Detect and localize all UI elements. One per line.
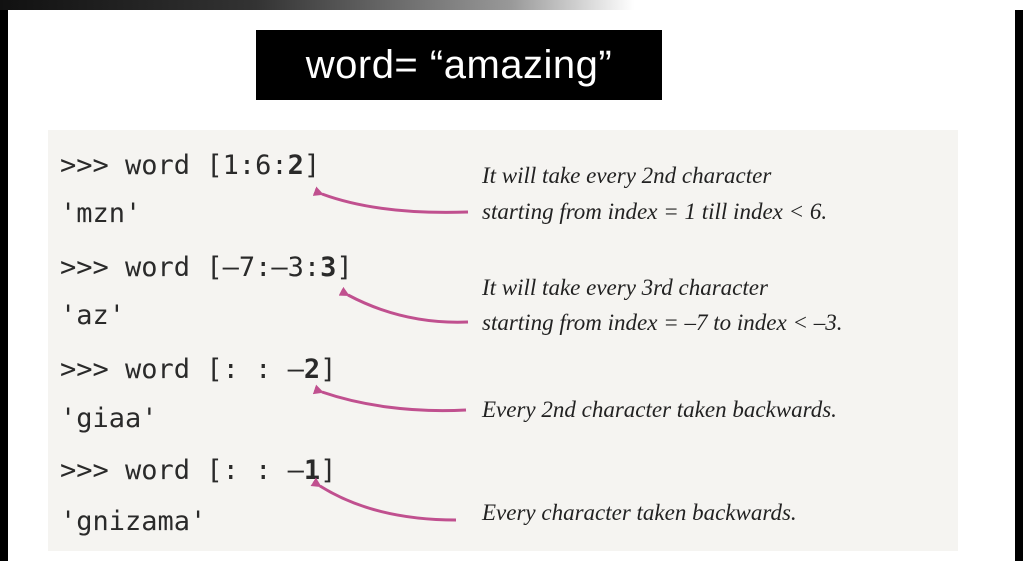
slice-step: 2 (303, 354, 321, 385)
result-line-3: 'giaa' (60, 403, 158, 434)
note-3-line-1: Every 2nd character taken backwards. (482, 397, 837, 422)
result-line-1: 'mzn' (60, 198, 142, 229)
note-4-line-1: Every character taken backwards. (482, 500, 797, 525)
slice-suffix: ] (336, 252, 353, 283)
top-gradient-bar (0, 0, 1023, 10)
textbook-excerpt (48, 130, 958, 551)
slice-suffix: ] (303, 150, 321, 181)
note-1-line-1: It will take every 2nd character (482, 163, 772, 188)
slice-step: 2 (287, 150, 304, 181)
slice-prefix: [: : – (206, 455, 304, 486)
result-line-2: 'az' (60, 300, 126, 331)
slice-step: 3 (320, 252, 337, 283)
slice-prefix: [1:6: (206, 150, 288, 181)
prompt: >>> word (60, 354, 207, 385)
code-line-4: >>> word [: : –1] (60, 455, 336, 487)
slice-step: 1 (303, 455, 321, 486)
prompt: >>> word (60, 252, 207, 283)
prompt: >>> word (60, 150, 207, 181)
result-line-4: 'gnizama' (60, 506, 207, 537)
note-1-line-2: starting from index = 1 till index < 6. (482, 199, 828, 224)
slide-title: word= “amazing” (305, 42, 613, 87)
prompt: >>> word (60, 455, 207, 486)
code-line-3: >>> word [: : –2] (60, 354, 336, 386)
slice-prefix: [: : – (206, 354, 304, 385)
code-line-1: >>> word [1:6:2] (60, 150, 320, 182)
note-2-line-2: starting from index = –7 to index < –3. (482, 310, 843, 335)
note-2-line-1: It will take every 3rd character (482, 275, 768, 300)
slice-suffix: ] (320, 354, 337, 385)
title-box: word= “amazing” (256, 30, 662, 100)
code-line-2: >>> word [–7:–3:3] (60, 252, 353, 284)
slice-prefix: [–7:–3: (206, 252, 321, 283)
slice-suffix: ] (320, 455, 337, 486)
